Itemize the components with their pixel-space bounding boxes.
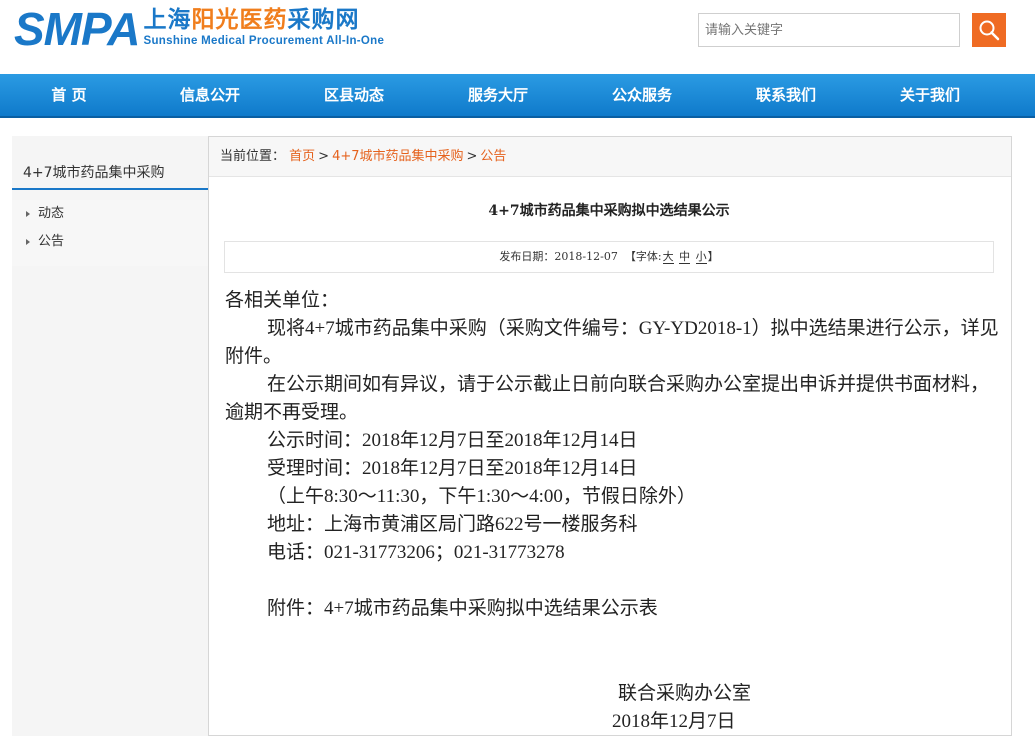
font-size-small[interactable]: 小 [695,250,707,264]
nav-item-district[interactable]: 区县动态 [282,74,426,116]
search-icon [979,20,1000,41]
address: 地址：上海市黄浦区局门路622号一楼服务科 [267,514,638,535]
breadcrumb-link-home[interactable]: 首页 [289,149,315,164]
sidebar-divider [208,136,209,736]
sidebar: 4+7城市药品集中采购 动态 公告 [12,136,209,736]
logo-text: 上海阳光医药采购网 Sunshine Medical Procurement A… [144,6,385,48]
font-size-label-open: 【字体: [624,250,662,263]
font-size-medium[interactable]: 中 [679,250,691,264]
paragraph-2: 在公示期间如有异议，请于公示截止日前向联合采购办公室提出申诉并提供书面材料，逾期… [225,374,990,423]
sidebar-item-news[interactable]: 动态 [12,200,208,228]
publish-date: 发布日期：2018-12-07 [499,250,618,263]
logo-cn-part3: 采购网 [287,7,360,33]
notice-time: 公示时间：2018年12月7日至2018年12月14日 [267,430,638,451]
nav-item-info[interactable]: 信息公开 [138,74,282,116]
breadcrumb: 当前位置： 首页 >4+7城市药品集中采购 > 公告 [209,137,1011,177]
logo-cn-part2: 阳光医药 [191,7,288,33]
office-hours: （上午8:30～11:30，下午1:30～4:00，节假日除外） [267,486,696,507]
font-size-label-close: 】 [707,250,719,263]
signature-org: 联合采购办公室 [618,683,752,704]
font-size-large[interactable]: 大 [662,250,674,264]
nav-item-about[interactable]: 关于我们 [858,74,1002,116]
breadcrumb-link-notice[interactable]: 公告 [480,149,506,164]
attachment-link[interactable]: 附件：4+7城市药品集中采购拟中选结果公示表 [225,595,1000,623]
accept-time: 受理时间：2018年12月7日至2018年12月14日 [267,458,638,479]
triangle-icon [26,210,30,217]
nav-item-public-service[interactable]: 公众服务 [570,74,714,116]
search-input[interactable] [698,13,960,47]
site-header: SMPA 上海阳光医药采购网 Sunshine Medical Procurem… [0,0,1035,74]
site-logo[interactable]: SMPA 上海阳光医药采购网 Sunshine Medical Procurem… [14,6,384,52]
article-body: 各相关单位： 现将4+7城市药品集中采购（采购文件编号：GY-YD2018-1）… [225,287,1000,623]
logo-chinese: 上海阳光医药采购网 [144,6,385,34]
signature-date: 2018年12月7日 [612,711,736,732]
nav-item-home[interactable]: 首 页 [0,74,138,116]
sidebar-item-notice[interactable]: 公告 [12,228,208,256]
article-title: 4+7城市药品集中采购拟中选结果公示 [488,203,730,219]
breadcrumb-separator: > [318,149,330,164]
paragraph-1: 现将4+7城市药品集中采购（采购文件编号：GY-YD2018-1）拟中选结果进行… [225,318,999,367]
breadcrumb-separator: > [466,149,478,164]
sidebar-item-label: 动态 [38,206,65,221]
logo-smpa: SMPA [14,3,140,55]
triangle-icon [26,238,30,245]
logo-english: Sunshine Medical Procurement All-In-One [143,35,385,47]
article-meta: 发布日期：2018-12-07 【字体:大 中 小】 [224,241,994,273]
breadcrumb-link-procurement[interactable]: 4+7城市药品集中采购 [332,149,463,164]
nav-item-contact[interactable]: 联系我们 [714,74,858,116]
breadcrumb-label: 当前位置： [220,149,286,164]
phone: 电话：021-31773206；021-31773278 [267,542,565,563]
logo-cn-part1: 上海 [143,7,192,33]
main-nav: 首 页 信息公开 区县动态 服务大厅 公众服务 联系我们 关于我们 [0,74,1035,118]
sidebar-item-label: 公告 [38,234,65,249]
search-bar [698,13,1008,47]
salutation: 各相关单位： [225,290,340,311]
nav-item-service-hall[interactable]: 服务大厅 [426,74,570,116]
sidebar-list: 动态 公告 [12,200,208,266]
sidebar-title: 4+7城市药品集中采购 [12,156,208,190]
search-button[interactable] [972,13,1006,47]
